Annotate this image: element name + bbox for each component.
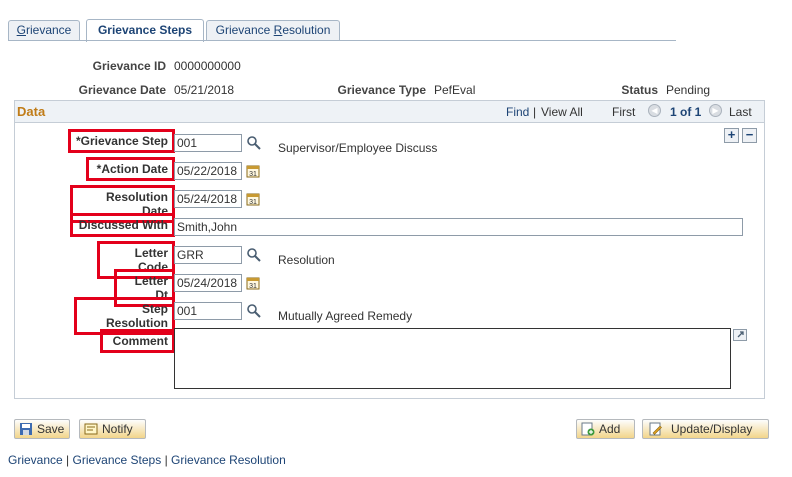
status-value: Pending <box>666 83 711 97</box>
tab-grievance-steps[interactable]: Grievance Steps <box>86 19 204 42</box>
letter-dt-input[interactable]: 05/24/2018 <box>174 274 242 292</box>
discussed-with-label: Discussed With <box>70 213 175 237</box>
tab-grievance-label: rievance <box>25 23 72 37</box>
data-title: Data <box>17 104 46 119</box>
letter-code-input[interactable]: GRR <box>174 246 242 264</box>
tab-grievance-resolution-rest: esolution <box>282 23 331 37</box>
comment-textarea[interactable] <box>174 328 731 389</box>
letter-dt-calendar-icon[interactable]: 31 <box>246 276 260 290</box>
notify-button[interactable]: Notify <box>79 419 146 439</box>
footer-link-grievance-steps[interactable]: Grievance Steps <box>73 453 162 467</box>
find-link-label: Find <box>506 105 530 119</box>
tab-grievance-hotkey: G <box>16 23 26 37</box>
view-all-link[interactable]: View All <box>541 105 583 119</box>
svg-text:31: 31 <box>249 283 257 290</box>
next-row-icon[interactable]: ▶ <box>709 104 722 117</box>
row-range: 1 of 1 <box>670 105 702 119</box>
data-header: Data Find | View All First ◀ 1 of 1 ▶ La… <box>15 101 764 123</box>
step-resolution-input[interactable]: 001 <box>174 302 242 320</box>
footer-link-grievance[interactable]: Grievance <box>8 453 63 467</box>
tab-grievance[interactable]: Grievance <box>8 20 80 41</box>
add-icon <box>581 422 595 436</box>
grievance-date-label: Grievance Date <box>78 83 166 97</box>
expand-comment-icon[interactable] <box>733 329 747 341</box>
svg-text:31: 31 <box>249 171 257 178</box>
resolution-date-calendar-icon[interactable]: 31 <box>246 192 260 206</box>
previous-row-icon[interactable]: ◀ <box>648 104 661 117</box>
letter-code-lookup-icon[interactable] <box>246 247 262 263</box>
svg-text:31: 31 <box>249 199 257 206</box>
grievance-step-label: *Grievance Step <box>68 129 175 153</box>
last-label: Last <box>729 105 752 119</box>
grievance-date-value: 05/21/2018 <box>174 83 235 97</box>
grievance-step-input[interactable]: 001 <box>174 134 242 152</box>
save-button-label: Save <box>37 422 65 436</box>
add-button[interactable]: Add <box>576 419 635 439</box>
grievance-type-label: Grievance Type <box>337 83 427 97</box>
find-link[interactable]: Find <box>506 105 529 119</box>
tab-grievance-steps-label: Grievance Steps <box>97 23 193 37</box>
resolution-date-input[interactable]: 05/24/2018 <box>174 190 242 208</box>
delete-row-button[interactable]: − <box>742 128 757 143</box>
grievance-step-lookup-icon[interactable] <box>246 135 262 151</box>
add-button-label: Add <box>599 422 621 436</box>
step-resolution-description: Mutually Agreed Remedy <box>278 309 413 323</box>
comment-label: Comment <box>100 329 175 353</box>
nav-separator: | <box>533 105 537 119</box>
save-icon <box>20 423 32 435</box>
notify-button-label: Notify <box>102 422 133 436</box>
update-display-button[interactable]: Update/Display <box>642 419 769 439</box>
footer-link-grievance-resolution[interactable]: Grievance Resolution <box>171 453 286 467</box>
add-row-button[interactable]: + <box>724 128 739 143</box>
action-date-label: *Action Date <box>86 157 175 181</box>
tab-grievance-resolution[interactable]: Grievance Resolution <box>206 20 340 41</box>
save-button[interactable]: Save <box>14 419 70 439</box>
step-resolution-lookup-icon[interactable] <box>246 303 262 319</box>
footer-links: Grievance | Grievance Steps | Grievance … <box>8 453 286 467</box>
grievance-id-value: 0000000000 <box>174 59 241 73</box>
update-display-button-label: Update/Display <box>671 422 753 436</box>
notify-icon <box>84 423 98 435</box>
discussed-with-input[interactable]: Smith,John <box>174 218 743 236</box>
footer-separator: | <box>66 453 70 467</box>
first-label: First <box>612 105 636 119</box>
tab-grievance-resolution-prefix: Grievance <box>215 23 274 37</box>
status-label: Status <box>621 83 658 97</box>
footer-separator: | <box>164 453 168 467</box>
grievance-id-label: Grievance ID <box>92 59 166 73</box>
grievance-step-description: Supervisor/Employee Discuss <box>278 141 438 155</box>
update-display-icon <box>649 422 662 436</box>
grievance-type-value: PefEval <box>434 83 476 97</box>
letter-code-description: Resolution <box>278 253 335 267</box>
action-date-calendar-icon[interactable]: 31 <box>246 164 260 178</box>
action-date-input[interactable]: 05/22/2018 <box>174 162 242 180</box>
tab-divider <box>8 40 676 41</box>
